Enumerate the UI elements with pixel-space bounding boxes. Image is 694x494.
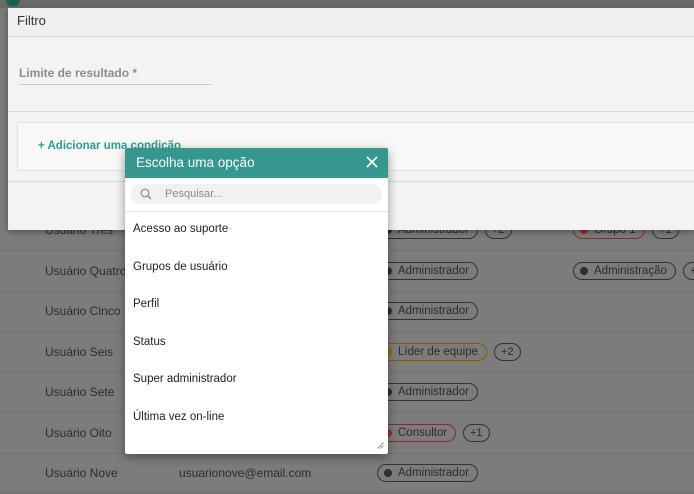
app-top-bar — [0, 0, 694, 8]
more-count-badge[interactable]: +1 — [463, 423, 490, 442]
options-list: Acesso ao suporte Grupos de usuário Perfil… — [125, 211, 388, 437]
role-chip-label: Líder de equipe — [398, 345, 478, 358]
user-name: Usuário Nove — [45, 466, 118, 480]
table-row[interactable]: Usuário Nove usuarionove@email.com Adminis… — [0, 453, 694, 494]
role-chip: Administrador — [377, 261, 478, 280]
role-chip-label: Consultor — [398, 426, 448, 439]
option-item[interactable]: Super administrador — [125, 361, 388, 399]
status-dot-icon — [580, 266, 588, 275]
app-logo — [6, 0, 20, 6]
choose-option-modal: Escolha uma opção Acesso ao suporteGrupo… — [125, 148, 388, 454]
group-chip-label: Administração — [594, 264, 667, 277]
search-bar — [125, 178, 388, 212]
role-chip-label: Administrador — [398, 467, 469, 479]
search-input[interactable] — [165, 184, 370, 204]
user-name: Usuário Sete — [45, 385, 115, 399]
more-count-badge[interactable]: + — [683, 261, 694, 280]
option-item[interactable]: Perfil — [125, 286, 388, 324]
more-count-badge[interactable]: +2 — [494, 342, 521, 361]
option-item[interactable]: Acesso ao suporte — [125, 211, 388, 249]
user-name: Usuário Seis — [45, 344, 114, 359]
user-name: Usuário Cinco — [45, 304, 121, 318]
option-item[interactable]: Última vez on-line — [125, 399, 388, 437]
role-chip: Administrador — [377, 302, 478, 320]
resize-grip-icon[interactable] — [377, 442, 384, 449]
user-name: Usuário Quatro — [45, 263, 127, 278]
status-dot-icon — [384, 469, 392, 477]
option-item[interactable]: Status — [125, 324, 388, 362]
role-chip-label: Administrador — [398, 386, 469, 398]
modal-title: Escolha uma opção — [136, 155, 255, 170]
result-limit-field[interactable]: Limite de resultado * — [19, 66, 211, 85]
close-icon[interactable] — [366, 156, 378, 168]
role-chip: Administrador — [377, 464, 478, 482]
role-chip: Líder de equipe — [377, 342, 487, 361]
search-icon — [140, 188, 152, 200]
user-email: usuarionove@email.com — [179, 466, 312, 480]
user-name: Usuário Oito — [45, 425, 112, 440]
modal-header: Escolha uma opção — [125, 148, 388, 178]
filter-title: Filtro — [8, 8, 694, 37]
role-chip-label: Administrador — [398, 264, 469, 277]
search-box — [131, 184, 382, 204]
option-item[interactable]: Grupos de usuário — [125, 249, 388, 287]
group-chip: Administração — [573, 261, 676, 280]
divider — [8, 111, 694, 112]
role-chip: Administrador — [377, 383, 478, 401]
role-chip: Consultor — [377, 423, 457, 442]
role-chip-label: Administrador — [398, 305, 469, 317]
